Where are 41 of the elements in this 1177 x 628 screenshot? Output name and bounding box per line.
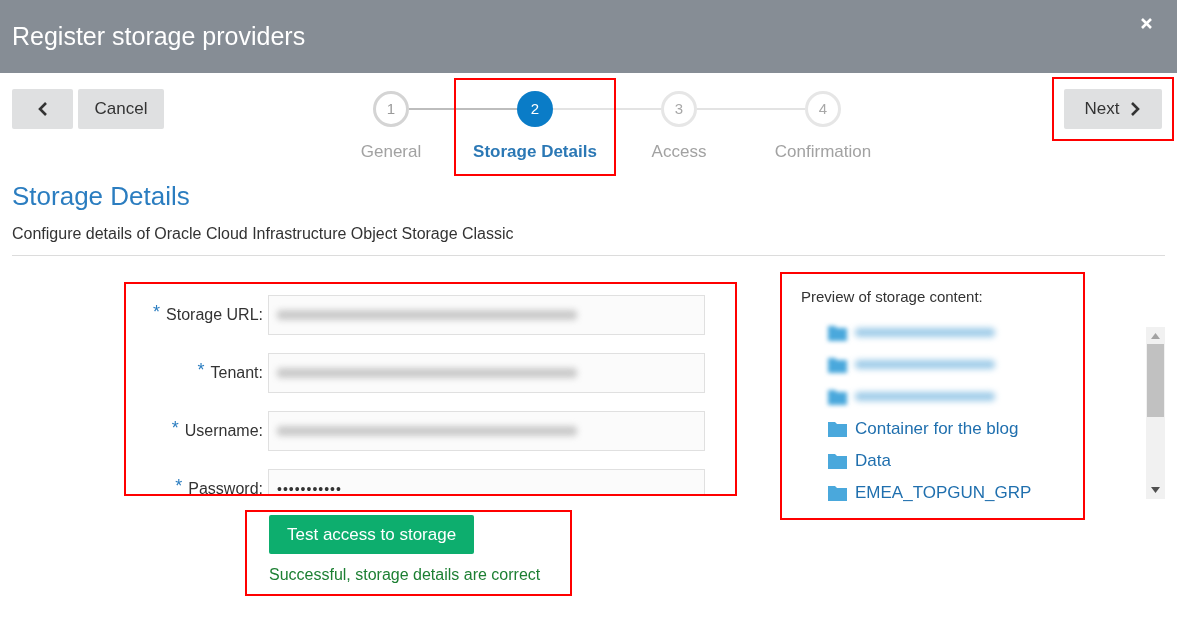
close-icon[interactable] xyxy=(1140,17,1153,30)
required-mark: * xyxy=(153,303,161,321)
folder-icon xyxy=(828,420,847,437)
scroll-up-icon[interactable] xyxy=(1151,333,1160,339)
required-mark: * xyxy=(197,361,205,379)
field-label: Tenant: xyxy=(210,363,263,383)
field-label: Storage URL: xyxy=(166,305,263,325)
scroll-down-icon[interactable] xyxy=(1151,487,1160,493)
back-button[interactable] xyxy=(12,89,73,129)
step-label[interactable]: General xyxy=(360,139,422,165)
folder-icon xyxy=(828,324,847,341)
step-label[interactable]: Access xyxy=(651,139,707,165)
field-label: Password: xyxy=(188,479,263,494)
required-mark: * xyxy=(175,477,183,494)
field-label: Username: xyxy=(184,421,263,441)
test-access-button[interactable]: Test access to storage xyxy=(269,515,475,554)
step-label[interactable]: Storage Details xyxy=(473,139,597,165)
folder-item[interactable]: Data xyxy=(828,444,1083,477)
input-field[interactable] xyxy=(268,411,705,451)
folder-icon xyxy=(828,484,847,501)
folder-icon xyxy=(828,452,847,469)
success-message: Successful, storage details are correct xyxy=(269,565,542,585)
input-field[interactable]: ••••••••••• xyxy=(268,469,705,494)
section-title: Storage Details xyxy=(12,180,191,213)
window-title: Register storage providers xyxy=(12,20,306,52)
folder-icon xyxy=(828,388,847,405)
folder-item[interactable]: EMEA_TOPGUN_GRP xyxy=(828,476,1083,509)
preview-title: Preview of storage content: xyxy=(801,287,984,307)
scroll-thumb[interactable] xyxy=(1147,344,1164,417)
input-field[interactable] xyxy=(268,295,705,335)
scrollbar[interactable] xyxy=(1146,327,1165,499)
cancel-button[interactable]: Cancel xyxy=(78,89,164,129)
folder-icon xyxy=(828,356,847,373)
input-field[interactable] xyxy=(268,353,705,393)
step-label[interactable]: Confirmation xyxy=(774,139,872,165)
next-button[interactable]: Next xyxy=(1064,89,1162,129)
required-mark: * xyxy=(171,419,179,437)
section-subtitle: Configure details of Oracle Cloud Infrastructure Object Storage Classic xyxy=(12,224,515,244)
chevron-right-icon xyxy=(1129,101,1142,117)
chevron-left-icon xyxy=(36,101,49,117)
folder-item[interactable]: Container for the blog xyxy=(828,412,1083,445)
